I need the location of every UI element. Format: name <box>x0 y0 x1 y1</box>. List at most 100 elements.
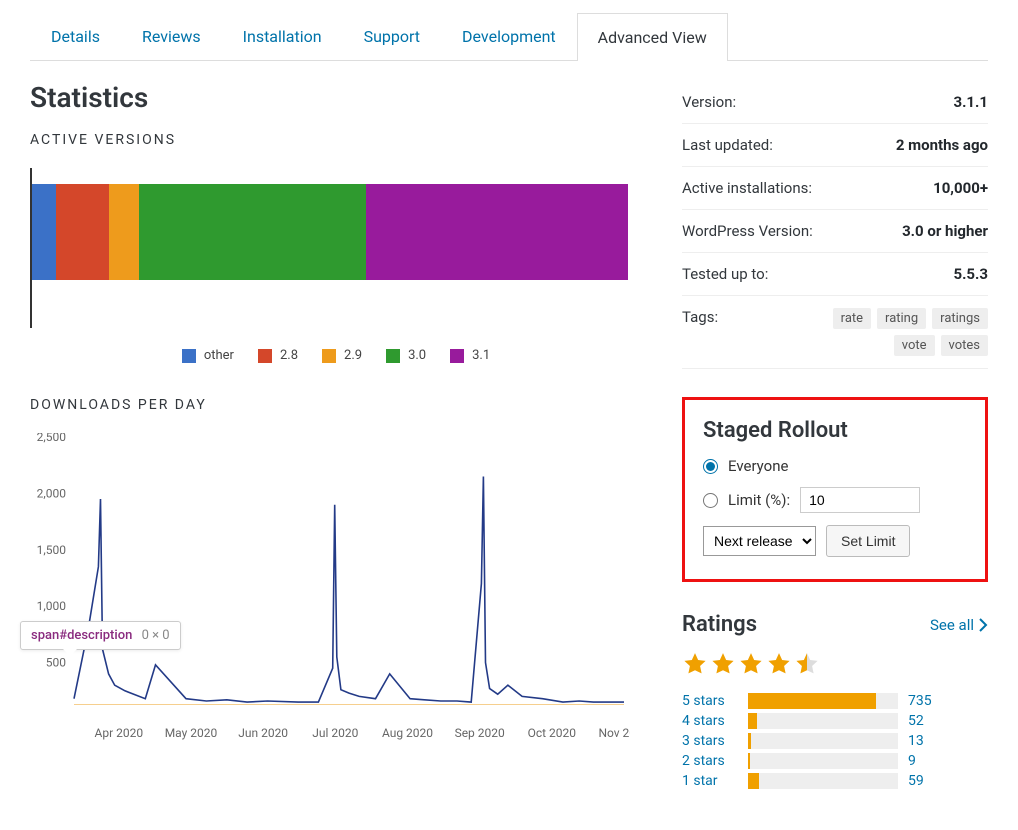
svg-text:Jul 2020: Jul 2020 <box>312 726 358 740</box>
tooltip-selector: span#description <box>31 628 132 643</box>
legend-label: 3.0 <box>408 348 426 363</box>
ratings-panel: Ratings See all 5 stars7354 stars523 sta… <box>682 612 988 789</box>
star-full-icon <box>766 651 792 677</box>
rating-label[interactable]: 5 stars <box>682 693 738 709</box>
rating-label[interactable]: 2 stars <box>682 753 738 769</box>
tabs: Details Reviews Installation Support Dev… <box>30 12 988 61</box>
meta-active-installs-label: Active installations: <box>682 179 812 197</box>
legend-item: other <box>182 348 234 363</box>
meta-tags: Tags: rate rating ratings vote votes <box>682 296 988 369</box>
rating-count[interactable]: 9 <box>908 753 942 769</box>
rating-row: 3 stars 13 <box>682 733 988 749</box>
tooltip-arrow-icon <box>62 648 78 656</box>
meta-tags-label: Tags: <box>682 308 718 326</box>
rollout-release-select[interactable]: Next release <box>703 526 816 556</box>
legend-item: 3.1 <box>450 348 490 363</box>
page-title: Statistics <box>30 81 642 114</box>
rollout-option-everyone[interactable]: Everyone <box>703 457 967 475</box>
svg-text:Aug 2020: Aug 2020 <box>382 726 433 740</box>
legend-item: 2.8 <box>258 348 298 363</box>
version-segment <box>32 184 56 280</box>
legend-item: 2.9 <box>322 348 362 363</box>
see-all-label: See all <box>930 616 974 634</box>
rating-bar[interactable] <box>748 753 898 769</box>
staged-rollout-panel: Staged Rollout Everyone Limit (%): Next … <box>682 397 988 582</box>
rating-bar[interactable] <box>748 693 898 709</box>
legend-swatch-icon <box>182 349 196 363</box>
tag[interactable]: ratings <box>932 308 988 329</box>
rating-count[interactable]: 735 <box>908 693 942 709</box>
svg-text:Oct 2020: Oct 2020 <box>528 726 577 740</box>
legend-label: 2.9 <box>344 348 362 363</box>
svg-text:500: 500 <box>46 656 66 670</box>
star-full-icon <box>738 651 764 677</box>
tab-details[interactable]: Details <box>30 12 121 60</box>
meta-wp-version-label: WordPress Version: <box>682 222 813 240</box>
version-segment <box>139 184 365 280</box>
version-segment <box>109 184 139 280</box>
downloads-chart: 5001,0001,5002,0002,500Apr 2020May 2020J… <box>30 433 630 743</box>
rating-count[interactable]: 13 <box>908 733 942 749</box>
tab-reviews[interactable]: Reviews <box>121 12 222 60</box>
section-active-versions: ACTIVE VERSIONS <box>30 132 642 148</box>
rating-row: 4 stars 52 <box>682 713 988 729</box>
rating-count[interactable]: 59 <box>908 773 942 789</box>
svg-text:1,000: 1,000 <box>37 599 67 613</box>
devtools-tooltip: span#description 0 × 0 <box>20 621 181 650</box>
legend-swatch-icon <box>386 349 400 363</box>
rollout-radio-everyone[interactable] <box>703 459 718 474</box>
rating-bar[interactable] <box>748 773 898 789</box>
set-limit-button[interactable]: Set Limit <box>826 525 910 557</box>
tab-development[interactable]: Development <box>441 12 577 60</box>
rating-label[interactable]: 4 stars <box>682 713 738 729</box>
meta-tested-label: Tested up to: <box>682 265 768 283</box>
meta-last-updated-label: Last updated: <box>682 136 773 154</box>
svg-text:Jun 2020: Jun 2020 <box>238 726 288 740</box>
meta-tested-value: 5.5.3 <box>953 265 988 283</box>
svg-text:Apr 2020: Apr 2020 <box>95 726 144 740</box>
active-versions-chart <box>30 168 630 328</box>
tag[interactable]: vote <box>894 335 935 356</box>
rating-label[interactable]: 3 stars <box>682 733 738 749</box>
tag[interactable]: rating <box>877 308 926 329</box>
legend-label: 2.8 <box>280 348 298 363</box>
meta-active-installs: Active installations: 10,000+ <box>682 167 988 210</box>
meta-wp-version-value: 3.0 or higher <box>902 222 988 240</box>
meta-version-value: 3.1.1 <box>953 93 988 111</box>
active-versions-legend: other 2.8 2.9 3.0 3.1 <box>30 348 642 363</box>
rating-bar[interactable] <box>748 713 898 729</box>
chevron-right-icon <box>978 618 988 632</box>
tab-support[interactable]: Support <box>343 12 441 60</box>
meta-active-installs-value: 10,000+ <box>933 179 988 197</box>
rating-row: 1 star 59 <box>682 773 988 789</box>
tag[interactable]: rate <box>833 308 871 329</box>
rating-row: 5 stars 735 <box>682 693 988 709</box>
rollout-option-limit[interactable]: Limit (%): <box>703 487 967 513</box>
meta-version-label: Version: <box>682 93 736 111</box>
average-stars <box>682 651 988 677</box>
rating-bar[interactable] <box>748 733 898 749</box>
tab-advanced-view[interactable]: Advanced View <box>577 13 728 61</box>
rating-count[interactable]: 52 <box>908 713 942 729</box>
section-downloads: DOWNLOADS PER DAY <box>30 397 642 413</box>
see-all-link[interactable]: See all <box>930 616 988 634</box>
tags-wrap: rate rating ratings vote votes <box>798 308 988 356</box>
tab-installation[interactable]: Installation <box>222 12 343 60</box>
meta-last-updated-value: 2 months ago <box>896 136 988 154</box>
version-segment <box>366 184 628 280</box>
rollout-limit-input[interactable] <box>800 487 920 513</box>
rollout-title: Staged Rollout <box>703 418 967 443</box>
rollout-everyone-label: Everyone <box>728 457 788 475</box>
meta-last-updated: Last updated: 2 months ago <box>682 124 988 167</box>
star-half-icon <box>794 651 820 677</box>
tag[interactable]: votes <box>941 335 988 356</box>
legend-swatch-icon <box>322 349 336 363</box>
svg-text:2,000: 2,000 <box>37 486 67 500</box>
rating-label[interactable]: 1 star <box>682 773 738 789</box>
rollout-radio-limit[interactable] <box>703 493 718 508</box>
tooltip-dims: 0 × 0 <box>142 628 170 643</box>
legend-label: other <box>204 348 234 363</box>
svg-text:Nov 2020: Nov 2020 <box>598 726 630 740</box>
legend-label: 3.1 <box>472 348 490 363</box>
svg-text:Sep 2020: Sep 2020 <box>455 726 505 740</box>
